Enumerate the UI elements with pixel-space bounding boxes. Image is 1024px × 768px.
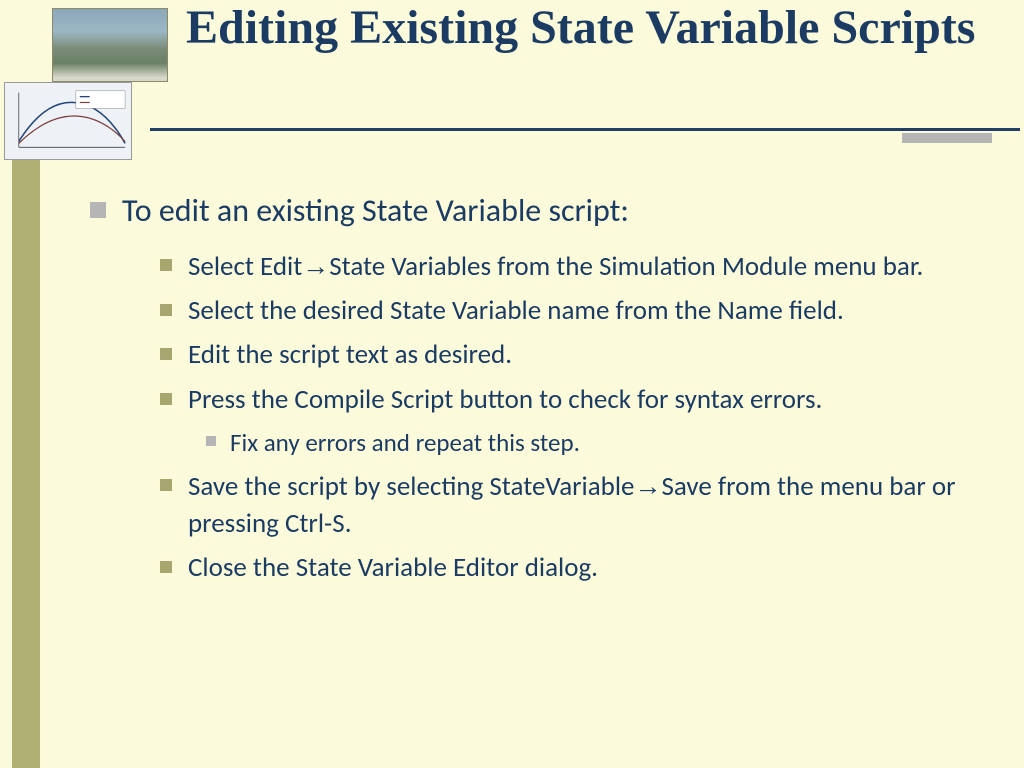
step-item: Close the State Variable Editor dialog. bbox=[160, 550, 990, 586]
vertical-accent-bar bbox=[12, 120, 40, 768]
step-text-pre: Select Edit bbox=[188, 250, 302, 283]
step-text-pre: Select the desired State Variable name f… bbox=[188, 294, 844, 327]
square-bullet-icon bbox=[90, 202, 106, 218]
square-bullet-icon bbox=[160, 561, 172, 573]
step-text-pre: Save the script by selecting StateVariab… bbox=[188, 470, 635, 503]
title-underline bbox=[150, 128, 1020, 131]
release-chart-thumbnail bbox=[4, 82, 132, 160]
step-text-pre: Close the State Variable Editor dialog. bbox=[188, 551, 598, 584]
square-bullet-icon bbox=[160, 393, 172, 405]
slide-title: Editing Existing State Variable Scripts bbox=[186, 0, 986, 55]
step-text-pre: Edit the script text as desired. bbox=[188, 338, 512, 371]
square-bullet-icon bbox=[160, 348, 172, 360]
square-bullet-icon bbox=[160, 479, 172, 491]
step-item: Save the script by selecting StateVariab… bbox=[160, 468, 990, 542]
square-bullet-icon bbox=[160, 259, 172, 271]
dam-photo bbox=[52, 8, 168, 82]
step-item: Edit the script text as desired. bbox=[160, 337, 990, 373]
step-text-post: State Variables from the Simulation Modu… bbox=[329, 250, 923, 283]
step-item: Select the desired State Variable name f… bbox=[160, 293, 990, 329]
arrow-right-icon: → bbox=[635, 471, 662, 501]
intro-line: To edit an existing State Variable scrip… bbox=[90, 190, 990, 232]
substep-item: Fix any errors and repeat this step. bbox=[206, 426, 990, 460]
step-item: Press the Compile Script button to check… bbox=[160, 382, 990, 418]
arrow-right-icon: → bbox=[302, 251, 329, 281]
intro-text: To edit an existing State Variable scrip… bbox=[122, 191, 629, 230]
title-underline-accent bbox=[902, 133, 992, 143]
step-text-pre: Press the Compile Script button to check… bbox=[188, 383, 822, 416]
slide-body: To edit an existing State Variable scrip… bbox=[90, 190, 990, 594]
square-bullet-icon bbox=[206, 436, 216, 446]
step-item: Select Edit→State Variables from the Sim… bbox=[160, 248, 990, 285]
substep-text: Fix any errors and repeat this step. bbox=[230, 427, 580, 458]
square-bullet-icon bbox=[160, 304, 172, 316]
